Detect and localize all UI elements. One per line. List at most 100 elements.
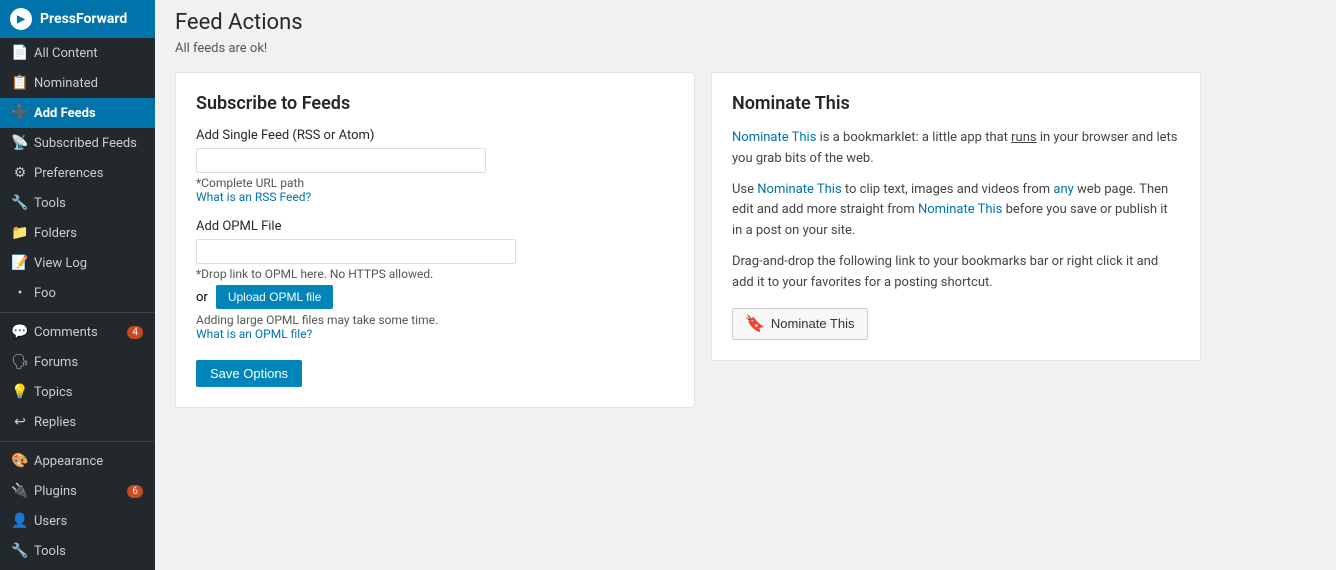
sidebar-label-foo: Foo	[34, 286, 56, 301]
sidebar-item-foo[interactable]: • Foo	[0, 278, 155, 308]
sidebar-item-folders[interactable]: 📁 Folders	[0, 218, 155, 248]
sidebar-label-all-content: All Content	[34, 46, 98, 61]
nominate-para2: Use Nominate This to clip text, images a…	[732, 180, 1180, 242]
folders-icon: 📁	[12, 225, 28, 241]
nominate-btn-icon: 🔖	[745, 314, 765, 334]
sidebar-item-all-content[interactable]: 📄 All Content	[0, 38, 155, 68]
nominate-para3: Drag-and-drop the following link to your…	[732, 252, 1180, 294]
sidebar-item-topics[interactable]: 💡 Topics	[0, 377, 155, 407]
sidebar-item-users[interactable]: 👤 Users	[0, 506, 155, 536]
rss-help-link[interactable]: What is an RSS Feed?	[196, 190, 311, 204]
topics-icon: 💡	[12, 384, 28, 400]
nominate-text-2b: to clip text, images and videos from	[845, 182, 1053, 197]
sidebar-label-subscribed-feeds: Subscribed Feeds	[34, 136, 137, 151]
sidebar-label-folders: Folders	[34, 226, 77, 241]
sidebar-secondary-nav: 💬 Comments 4 🗣 Forums 💡 Topics ↩ Replies	[0, 317, 155, 437]
opml-upload-row: or Upload OPML file	[196, 285, 674, 309]
sidebar-label-tools: Tools	[34, 196, 66, 211]
nominate-text-link-3: Nominate This	[918, 202, 1002, 217]
sidebar-label-comments: Comments	[34, 325, 98, 340]
add-feeds-icon: ➕	[12, 105, 28, 121]
nominate-btn-label: Nominate This	[771, 316, 855, 331]
opml-size-note: Adding large OPML files may take some ti…	[196, 313, 674, 327]
nominate-text-link-2: Nominate This	[757, 182, 841, 197]
nominated-icon: 📋	[12, 75, 28, 91]
sidebar-primary-nav: 📄 All Content 📋 Nominated ➕ Add Feeds 📡 …	[0, 38, 155, 308]
subscribe-card: Subscribe to Feeds Add Single Feed (RSS …	[175, 72, 695, 408]
subscribed-feeds-icon: 📡	[12, 135, 28, 151]
sidebar-label-forums: Forums	[34, 355, 78, 370]
plugins-badge: 6	[127, 485, 143, 498]
nominate-this-button[interactable]: 🔖 Nominate This	[732, 308, 868, 340]
nominate-card-title: Nominate This	[732, 93, 1180, 114]
view-log-icon: 📝	[12, 255, 28, 271]
sidebar-tertiary-nav: 🎨 Appearance 🔌 Plugins 6 👤 Users 🔧 Tools…	[0, 446, 155, 570]
subscribe-card-title: Subscribe to Feeds	[196, 93, 674, 114]
opml-label: Add OPML File	[196, 219, 674, 234]
brand-label: PressForward	[40, 11, 127, 27]
single-feed-group: Add Single Feed (RSS or Atom) *Complete …	[196, 128, 674, 205]
sidebar-item-add-feeds[interactable]: ➕ Add Feeds	[0, 98, 155, 128]
appearance-icon: 🎨	[12, 453, 28, 469]
sidebar-item-replies[interactable]: ↩ Replies	[0, 407, 155, 437]
nominate-text-any: any	[1053, 182, 1073, 197]
save-btn-row: Save Options	[196, 360, 674, 387]
sidebar-divider-1	[0, 312, 155, 313]
single-feed-required-note: *Complete URL path	[196, 176, 674, 190]
feeds-ok-notice: All feeds are ok!	[175, 41, 1316, 56]
page-title: Feed Actions	[175, 10, 1316, 35]
sidebar-label-tools2: Tools	[34, 544, 66, 559]
tools-icon: 🔧	[12, 195, 28, 211]
single-feed-input[interactable]	[196, 148, 486, 173]
sidebar-item-subscribed-feeds[interactable]: 📡 Subscribed Feeds	[0, 128, 155, 158]
sidebar-brand[interactable]: ▶ PressForward	[0, 0, 155, 38]
main-content: Feed Actions All feeds are ok! Subscribe…	[155, 0, 1336, 570]
replies-icon: ↩	[12, 414, 28, 430]
sidebar-item-settings[interactable]: ⚙ Settings	[0, 566, 155, 570]
brand-icon: ▶	[10, 8, 32, 30]
nominate-para1: Nominate This is a bookmarklet: a little…	[732, 128, 1180, 170]
comments-badge: 4	[127, 326, 143, 339]
sidebar-label-view-log: View Log	[34, 256, 87, 271]
opml-help-link[interactable]: What is an OPML file?	[196, 327, 312, 341]
sidebar-label-plugins: Plugins	[34, 484, 77, 499]
opml-group: Add OPML File *Drop link to OPML here. N…	[196, 219, 674, 342]
nominate-text-runs: runs	[1011, 130, 1036, 145]
sidebar-item-forums[interactable]: 🗣 Forums	[0, 347, 155, 377]
nominate-card: Nominate This Nominate This is a bookmar…	[711, 72, 1201, 361]
sidebar-label-preferences: Preferences	[34, 166, 103, 181]
opml-note: *Drop link to OPML here. No HTTPS allowe…	[196, 267, 674, 281]
sidebar-item-appearance[interactable]: 🎨 Appearance	[0, 446, 155, 476]
content-area: Subscribe to Feeds Add Single Feed (RSS …	[155, 72, 1336, 428]
sidebar-item-view-log[interactable]: 📝 View Log	[0, 248, 155, 278]
tools2-icon: 🔧	[12, 543, 28, 559]
sidebar-divider-2	[0, 441, 155, 442]
sidebar: ▶ PressForward 📄 All Content 📋 Nominated…	[0, 0, 155, 570]
sidebar-label-topics: Topics	[34, 385, 73, 400]
plugins-icon: 🔌	[12, 483, 28, 499]
save-options-button[interactable]: Save Options	[196, 360, 302, 387]
sidebar-label-nominated: Nominated	[34, 76, 98, 91]
nominate-text-link-1: Nominate This	[732, 130, 816, 145]
sidebar-label-appearance: Appearance	[34, 454, 103, 469]
preferences-icon: ⚙	[12, 165, 28, 181]
opml-input[interactable]	[196, 239, 516, 264]
sidebar-label-add-feeds: Add Feeds	[34, 106, 96, 121]
nominate-text-use: Use	[732, 182, 757, 197]
single-feed-label: Add Single Feed (RSS or Atom)	[196, 128, 674, 143]
sidebar-label-users: Users	[34, 514, 67, 529]
sidebar-item-plugins[interactable]: 🔌 Plugins 6	[0, 476, 155, 506]
comments-icon: 💬	[12, 324, 28, 340]
users-icon: 👤	[12, 513, 28, 529]
page-header: Feed Actions All feeds are ok!	[155, 0, 1336, 72]
foo-icon: •	[12, 285, 28, 301]
sidebar-item-nominated[interactable]: 📋 Nominated	[0, 68, 155, 98]
sidebar-label-replies: Replies	[34, 415, 76, 430]
upload-opml-button[interactable]: Upload OPML file	[216, 285, 334, 309]
or-text: or	[196, 290, 208, 305]
sidebar-item-tools2[interactable]: 🔧 Tools	[0, 536, 155, 566]
sidebar-item-tools[interactable]: 🔧 Tools	[0, 188, 155, 218]
nominate-text-1b: is a bookmarklet: a little app that	[820, 130, 1012, 145]
sidebar-item-comments[interactable]: 💬 Comments 4	[0, 317, 155, 347]
sidebar-item-preferences[interactable]: ⚙ Preferences	[0, 158, 155, 188]
